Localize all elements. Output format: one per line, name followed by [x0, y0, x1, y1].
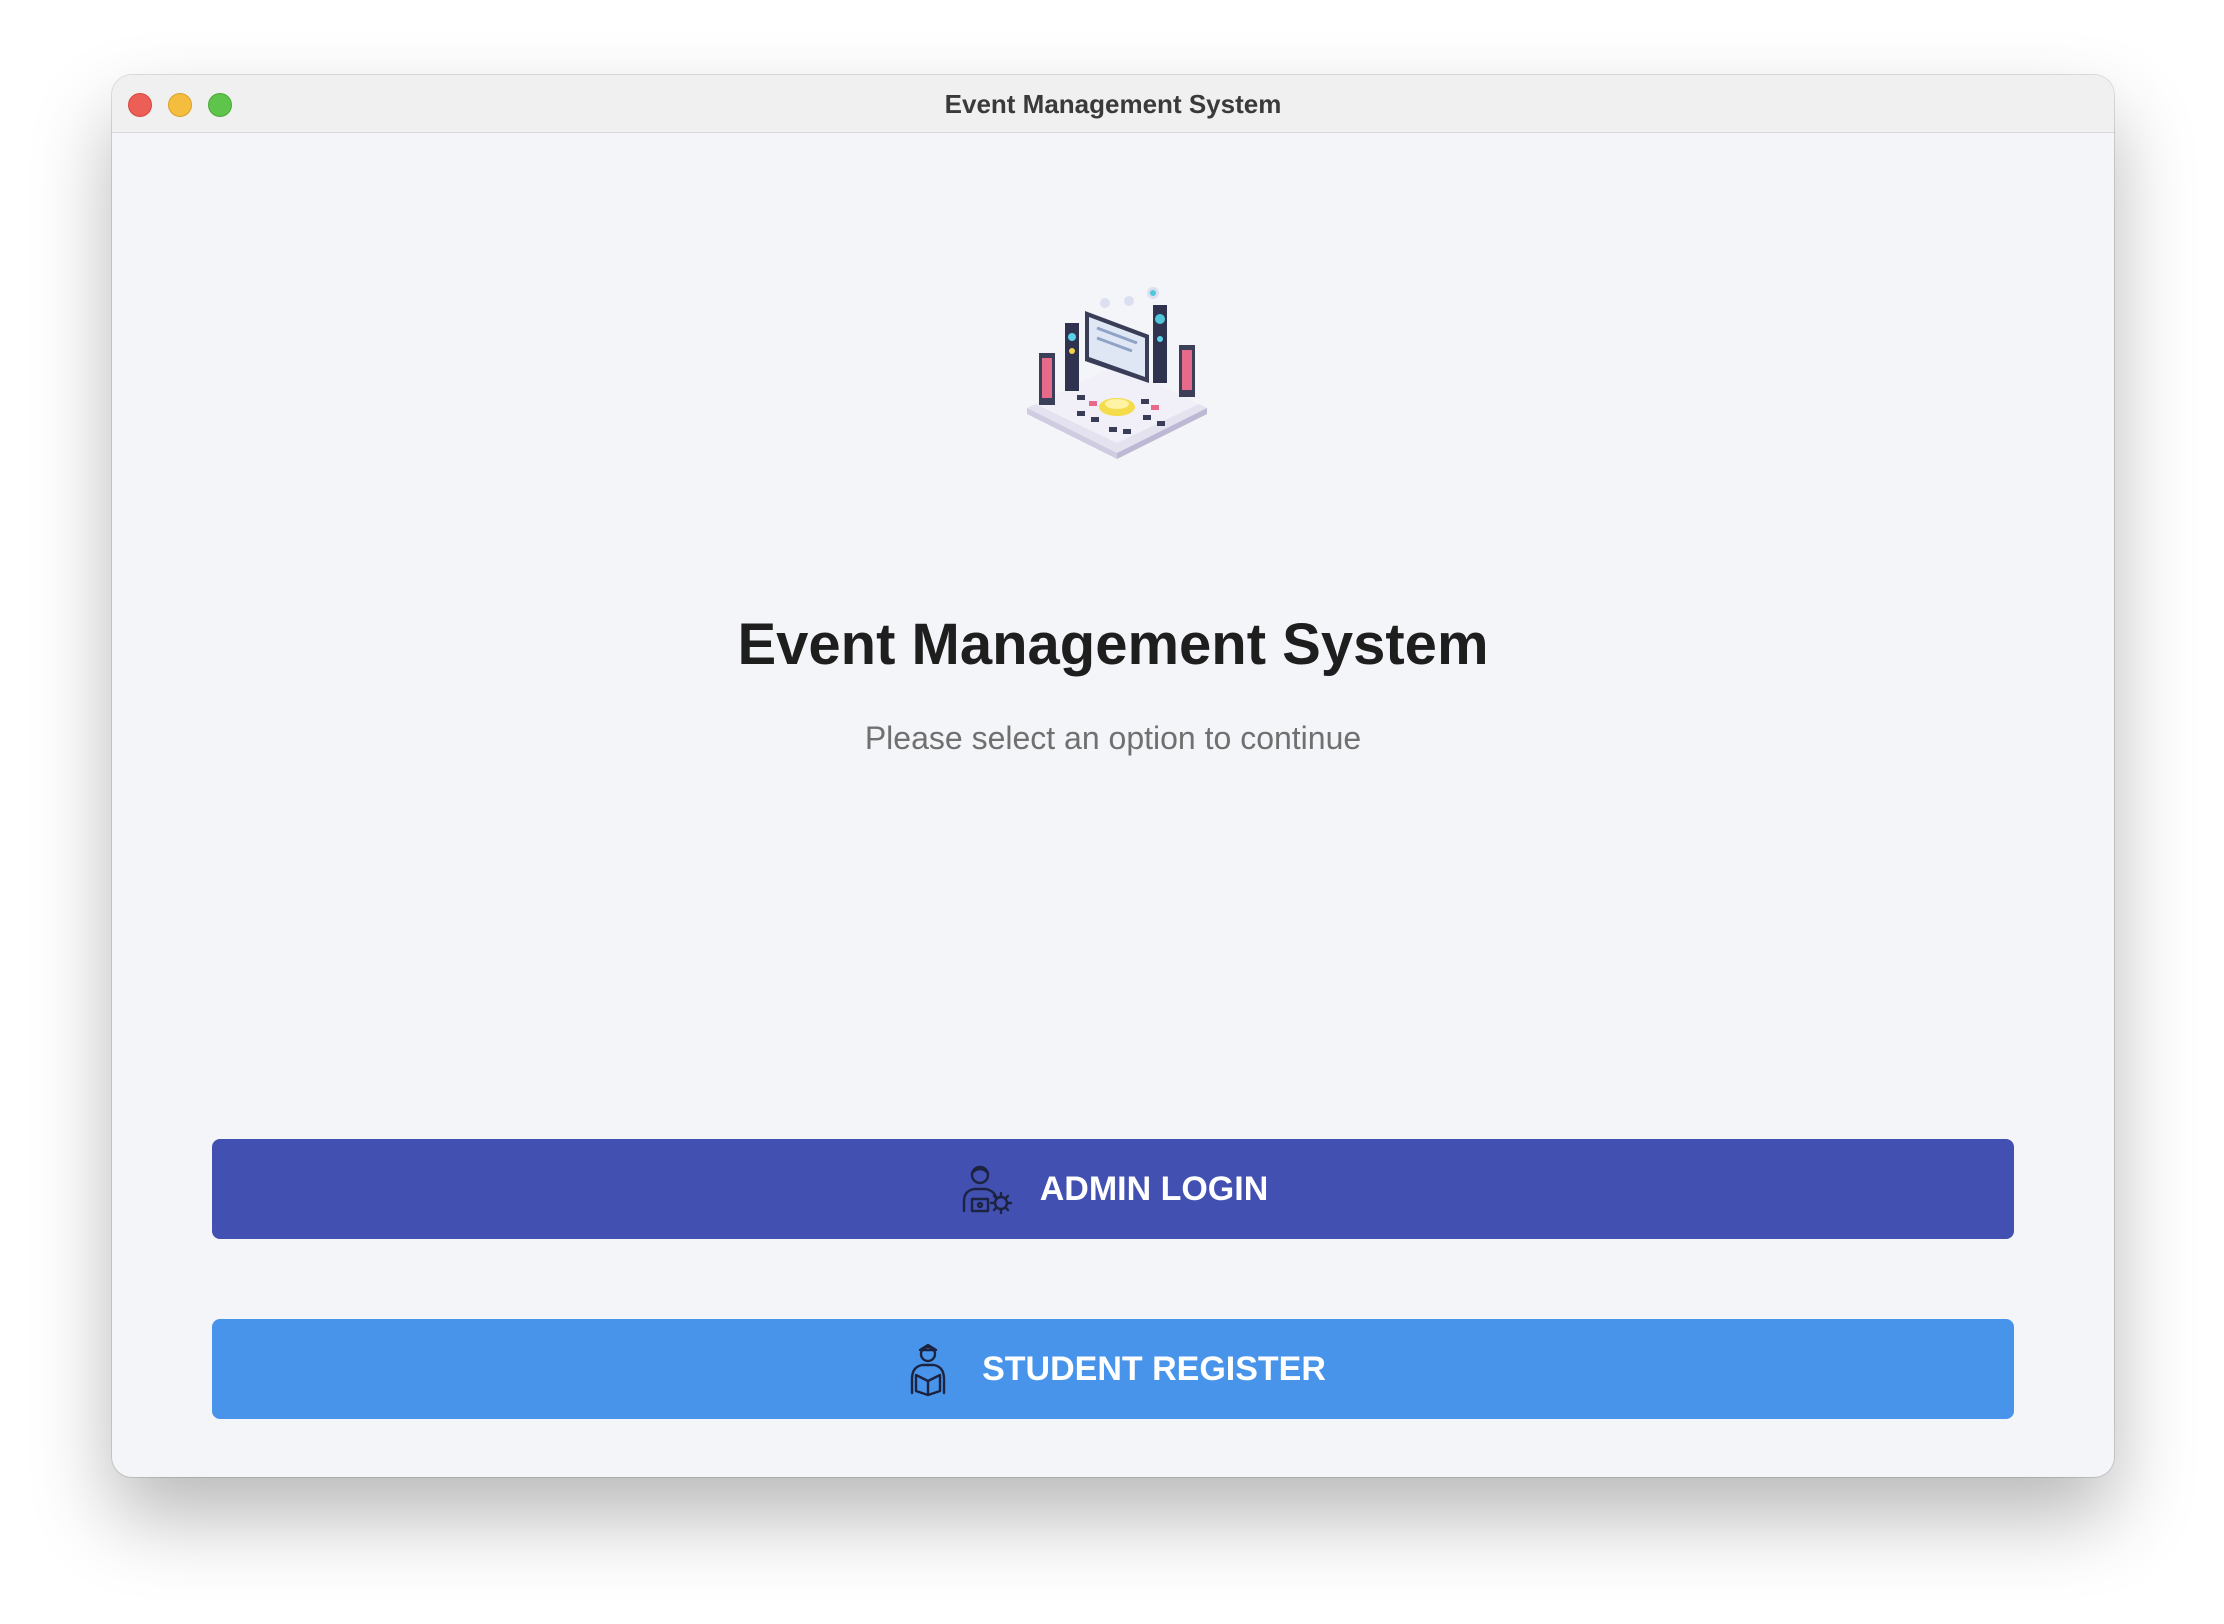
page-heading: Event Management System [737, 612, 1489, 677]
admin-login-button[interactable]: ADMIN LOGIN [212, 1139, 2014, 1239]
app-window: Event Management System Event Management… [112, 75, 2114, 1477]
page-subheading: Please select an option to continue [864, 720, 1362, 756]
student-register-label: STUDENT REGISTER [982, 1349, 1326, 1388]
title-bar: Event Management System [112, 75, 2114, 133]
admin-login-label: ADMIN LOGIN [1039, 1169, 1269, 1208]
student-reading-icon [910, 1343, 946, 1397]
event-stage-illustration-icon [1027, 287, 1207, 459]
student-register-button[interactable]: STUDENT REGISTER [212, 1319, 2014, 1419]
admin-user-gear-icon [962, 1165, 1012, 1215]
main-content: Event Management System Please select an… [112, 133, 2114, 1477]
window-title: Event Management System [944, 89, 1282, 119]
